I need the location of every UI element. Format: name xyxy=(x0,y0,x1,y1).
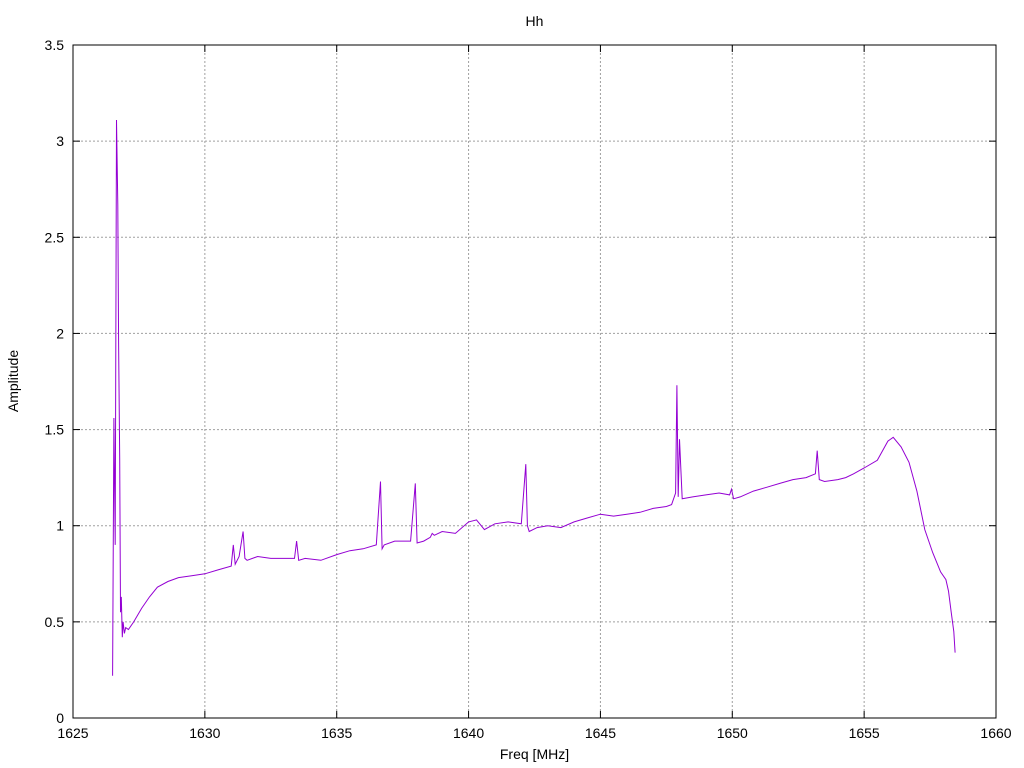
series-line xyxy=(112,119,956,676)
y-tick-label: 0 xyxy=(56,710,64,726)
chart-title: Hh xyxy=(526,13,544,29)
y-axis-label: Amplitude xyxy=(5,350,21,412)
y-tick-label: 0.5 xyxy=(45,614,65,630)
y-tick-labels: 0 0.5 1 1.5 2 2.5 3 3.5 xyxy=(45,37,65,726)
x-tick-label: 1635 xyxy=(321,725,352,741)
y-tick-label: 1 xyxy=(56,518,64,534)
x-tick-label: 1650 xyxy=(717,725,748,741)
x-tick-label: 1655 xyxy=(849,725,880,741)
chart: Hh 1625 1630 1635 1640 1645 1650 1655 1660 0 0.5… xyxy=(5,13,1012,762)
y-tick-label: 3.5 xyxy=(45,37,65,53)
grid-lines xyxy=(73,45,996,718)
y-tick-label: 3 xyxy=(56,133,64,149)
x-tick-label: 1625 xyxy=(57,725,88,741)
x-tick-label: 1645 xyxy=(585,725,616,741)
x-axis-label: Freq [MHz] xyxy=(500,746,569,762)
x-tick-label: 1640 xyxy=(453,725,484,741)
plot-area-border xyxy=(72,44,997,719)
x-tick-labels: 1625 1630 1635 1640 1645 1650 1655 1660 xyxy=(57,725,1011,741)
axis-ticks xyxy=(72,44,997,719)
y-tick-label: 2 xyxy=(56,325,64,341)
y-tick-label: 1.5 xyxy=(45,422,65,438)
x-tick-label: 1630 xyxy=(189,725,220,741)
y-tick-label: 2.5 xyxy=(45,229,65,245)
x-tick-label: 1660 xyxy=(980,725,1011,741)
